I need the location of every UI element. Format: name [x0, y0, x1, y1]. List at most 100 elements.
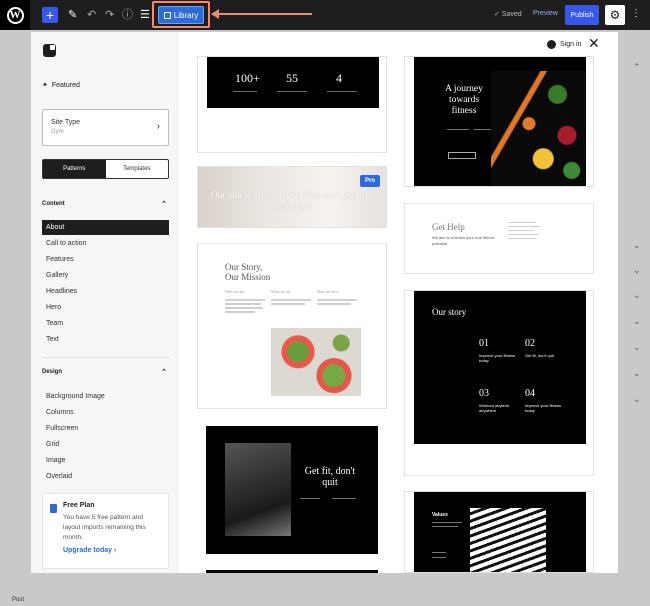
step-number: 03 [479, 388, 489, 399]
category-headlines[interactable]: Headlines [42, 284, 169, 299]
category-fullscreen[interactable]: Fullscreen [42, 421, 169, 436]
chevron-right-icon: › [156, 121, 160, 132]
annotation-arrow-head [211, 9, 219, 19]
chevron-down-icon[interactable]: ⌄ [633, 240, 641, 251]
editor-toolbar: W + ✎ ↶ ↷ ⓘ ☰ Library ✓ Saved Preview Pu… [0, 0, 650, 30]
more-options-icon[interactable]: ⋮ [631, 8, 641, 19]
category-background-image[interactable]: Background Image [42, 389, 169, 404]
stat-value: 4 [336, 71, 342, 85]
step-number: 04 [525, 388, 535, 399]
pattern-partial [206, 570, 378, 573]
publish-button[interactable]: Publish [565, 5, 599, 25]
get-fit-block: Get fit, don't quit [206, 426, 378, 554]
footer-breadcrumb: Post [12, 597, 25, 603]
category-columns[interactable]: Columns [42, 405, 169, 420]
redo-icon[interactable]: ↷ [105, 8, 114, 22]
chevron-down-icon[interactable]: ⌄ [633, 368, 641, 379]
values-block: Values [414, 492, 586, 572]
plan-description: You have 5 free pattern and layout impor… [63, 514, 146, 541]
add-block-button[interactable]: + [42, 7, 58, 23]
library-sidebar: ✦ Featured Site Type Gym › Patterns Temp… [31, 32, 179, 573]
get-help-title: Get Help [432, 222, 465, 232]
pattern-our-story[interactable]: Our Story, Our Mission Who we are What we… [197, 243, 387, 409]
category-overlaid[interactable]: Overlaid [42, 469, 169, 484]
chevron-down-icon[interactable]: ⌄ [633, 316, 641, 327]
story-col-heading: What we do [271, 289, 291, 294]
plan-title: Free Plan [63, 502, 95, 509]
content-section-heading[interactable]: Content ⌃ [42, 201, 169, 208]
story-title: Our Story, Our Mission [225, 262, 271, 282]
user-icon [547, 40, 556, 49]
site-type-selector[interactable]: Site Type Gym › [42, 109, 169, 146]
featured-item[interactable]: ✦ Featured [42, 81, 80, 90]
tab-patterns[interactable]: Patterns [43, 160, 106, 178]
category-about[interactable]: About [42, 220, 169, 235]
saved-status: ✓ Saved [494, 11, 522, 18]
story-col-heading: Who we are [225, 289, 245, 294]
free-plan-card: Free Plan You have 5 free pattern and la… [42, 493, 169, 569]
step-text: Get fit, don't quit [525, 353, 555, 358]
chevron-down-icon[interactable]: ⌄ [633, 290, 641, 301]
our-story-block: Our story 01 02 Improve your fitness tod… [414, 291, 586, 444]
pattern-library-modal: ✦ Featured Site Type Gym › Patterns Temp… [31, 32, 618, 573]
close-icon[interactable]: ✕ [588, 35, 600, 52]
journey-heading: A journey towards fitness [445, 84, 483, 116]
stats-block: 100+ 55 4 [207, 57, 379, 108]
category-features[interactable]: Features [42, 252, 169, 267]
salad-image [271, 328, 361, 396]
patterns-templates-toggle: Patterns Templates [42, 159, 169, 179]
chevron-up-icon: ⌃ [161, 201, 167, 208]
step-text: Improve your fitness today [479, 353, 516, 363]
step-text: Improve your fitness today [525, 403, 562, 413]
pen-icon[interactable]: ✎ [68, 8, 77, 22]
category-team[interactable]: Team [42, 316, 169, 331]
library-highlight-box [152, 1, 210, 28]
sidebar-divider [42, 357, 169, 358]
category-hero[interactable]: Hero [42, 300, 169, 315]
tab-templates[interactable]: Templates [106, 160, 169, 178]
journey-block: A journey towards fitness [414, 57, 586, 186]
our-story-title: Our story [432, 307, 467, 317]
annotation-arrow [212, 13, 312, 15]
pattern-stats[interactable]: 100+ 55 4 [197, 56, 387, 153]
stairs-image [470, 508, 546, 572]
chevron-up-icon: ⌃ [161, 369, 167, 376]
story-col-heading: How we do it [317, 289, 339, 294]
wordpress-logo-icon[interactable]: W [0, 0, 30, 30]
category-image[interactable]: Image [42, 453, 169, 468]
category-text[interactable]: Text [42, 332, 169, 347]
chevron-down-icon[interactable]: ⌄ [633, 265, 641, 276]
hero-text: Our aim is to make you fitter than you w… [210, 191, 378, 212]
site-type-label: Site Type [51, 119, 81, 126]
list-view-icon[interactable]: ☰ [140, 8, 150, 22]
preview-button[interactable]: Preview [533, 10, 558, 17]
category-call-to-action[interactable]: Call to action [42, 236, 169, 251]
step-number: 02 [525, 338, 535, 349]
values-title: Values [432, 512, 448, 518]
chevron-down-icon[interactable]: ⌄ [633, 342, 641, 353]
pattern-get-help[interactable]: Get Help We aim to unleash your true fit… [404, 203, 594, 274]
undo-icon[interactable]: ↶ [87, 8, 96, 22]
category-gallery[interactable]: Gallery [42, 268, 169, 283]
settings-gear-icon[interactable]: ⚙ [605, 5, 625, 25]
design-section-heading[interactable]: Design ⌃ [42, 369, 169, 376]
sign-in-link[interactable]: Sign in [547, 40, 581, 49]
rowing-image [225, 443, 291, 536]
site-type-value: Gym [51, 129, 64, 135]
get-fit-heading: Get fit, don't quit [304, 466, 356, 488]
chevron-up-icon[interactable]: ⌃ [633, 62, 641, 73]
info-icon[interactable]: ⓘ [122, 8, 133, 22]
vegetables-image [491, 71, 586, 186]
pattern-hero-pro[interactable]: Pro Our aim is to make you fitter than y… [197, 166, 387, 228]
upgrade-link[interactable]: Upgrade today › [63, 547, 160, 554]
pattern-get-fit[interactable]: Get fit, don't quit [197, 424, 387, 556]
get-help-text: We aim to unleash your true fitness pote… [432, 235, 495, 246]
chevron-down-icon[interactable]: ⌄ [633, 394, 641, 405]
pattern-values[interactable]: Values [404, 491, 594, 573]
pattern-journey[interactable]: A journey towards fitness [404, 56, 594, 187]
category-grid[interactable]: Grid [42, 437, 169, 452]
step-number: 01 [479, 338, 489, 349]
sparkle-icon: ✦ [42, 82, 48, 89]
stat-value: 100+ [235, 71, 260, 85]
pattern-our-story-dark[interactable]: Our story 01 02 Improve your fitness tod… [404, 290, 594, 476]
